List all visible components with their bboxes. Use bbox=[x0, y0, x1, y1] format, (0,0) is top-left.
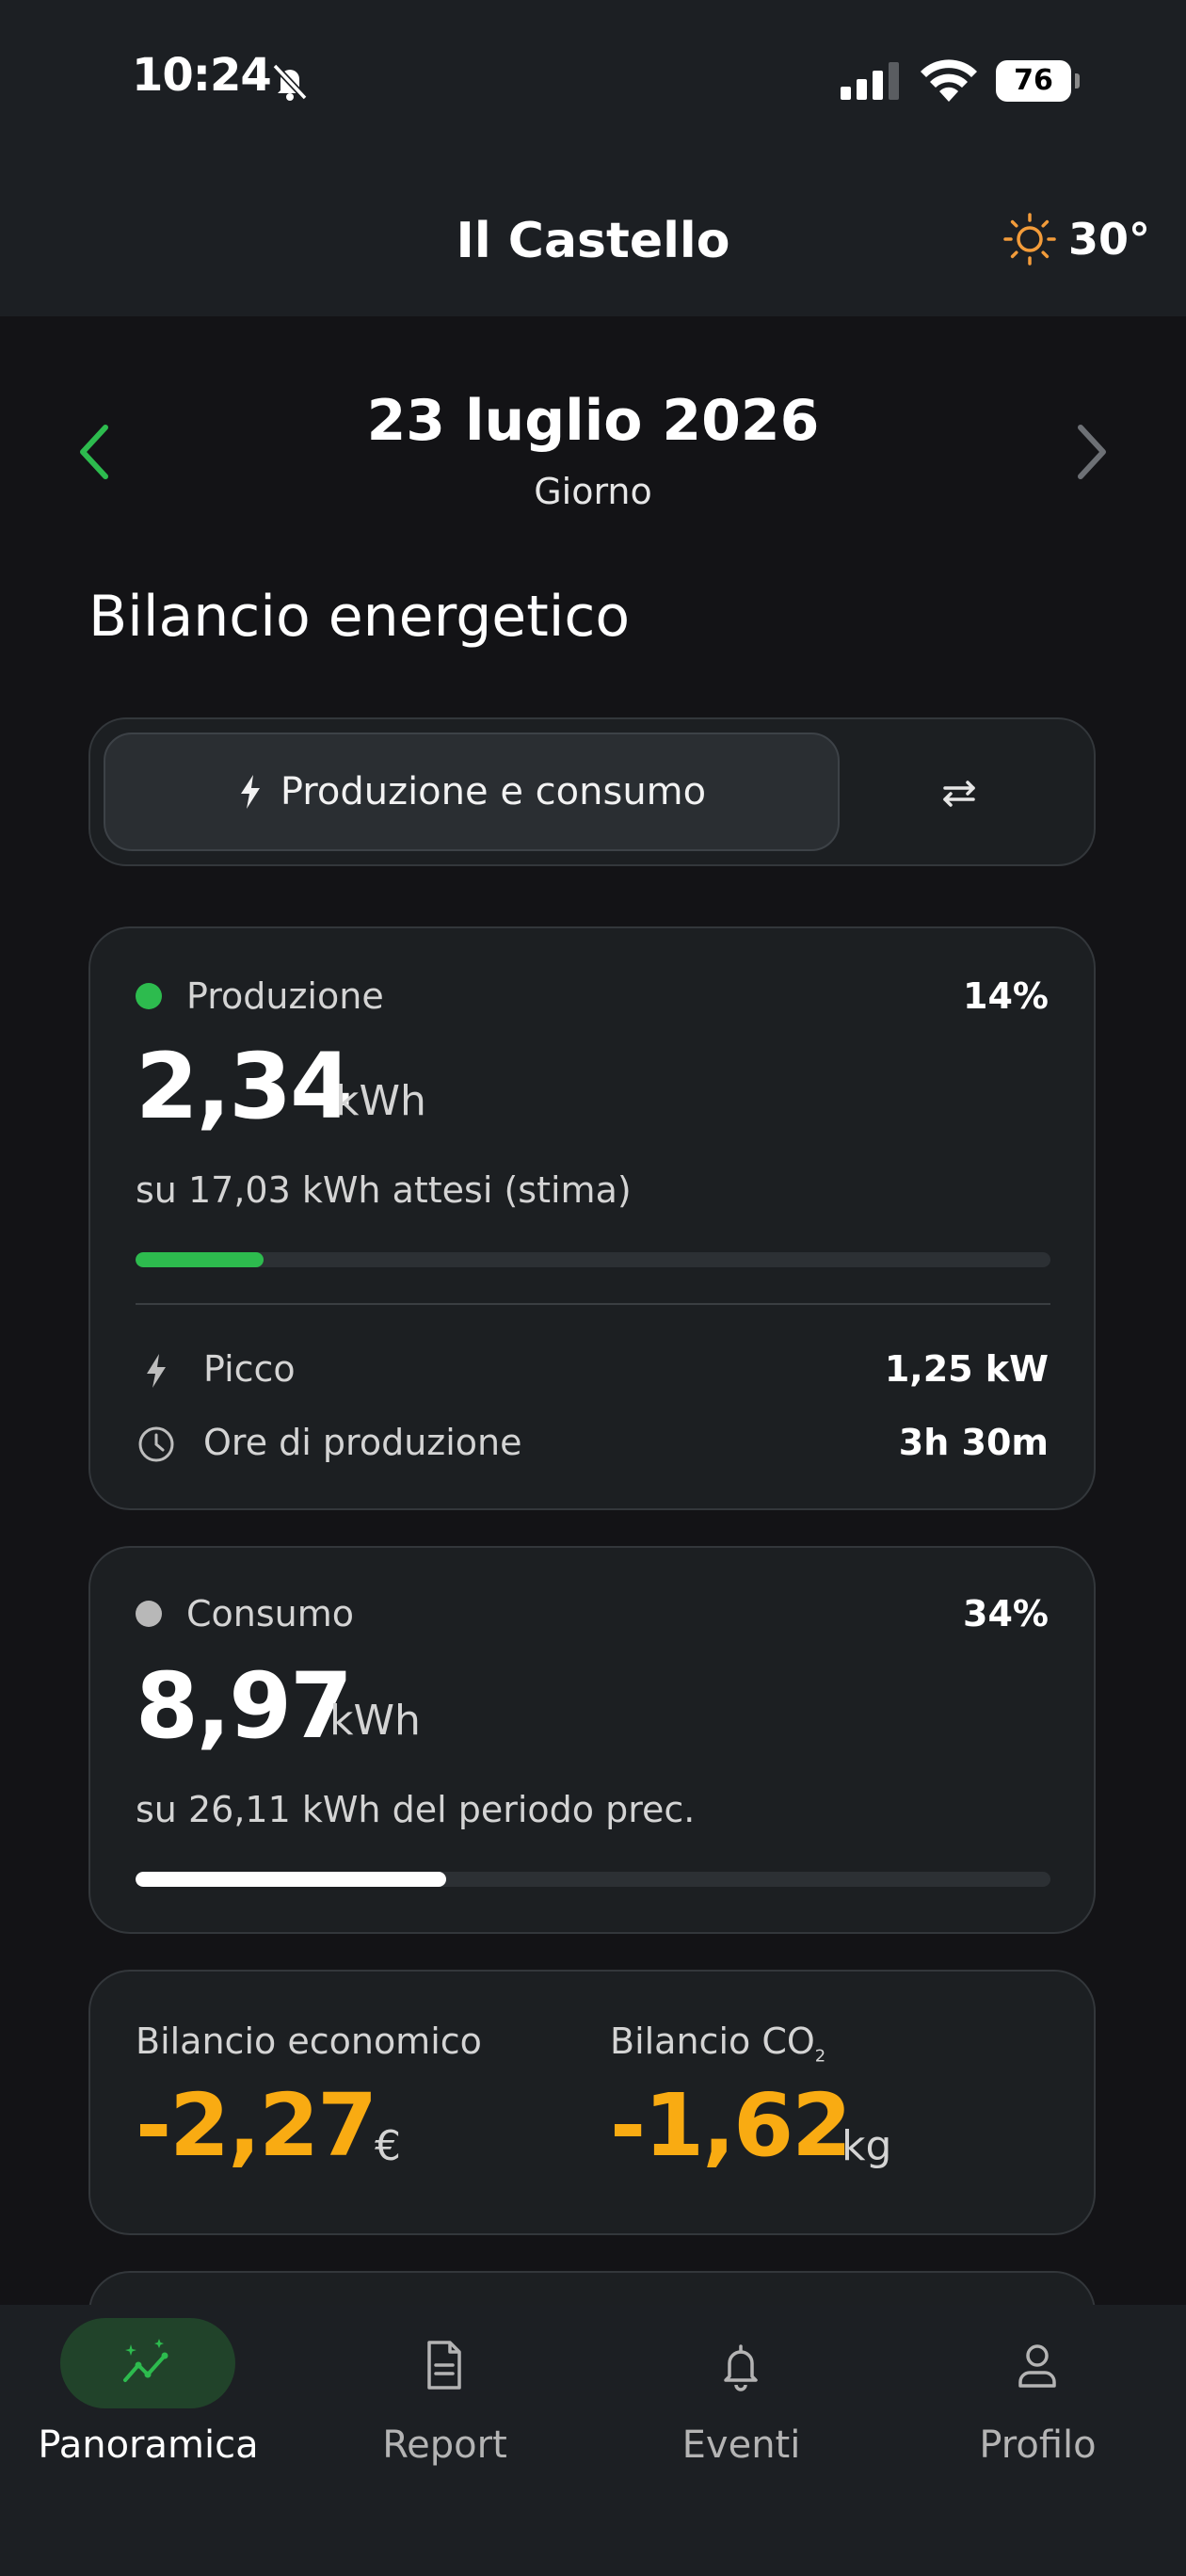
chart-sparkle-icon bbox=[123, 2339, 168, 2382]
production-label: Produzione bbox=[186, 975, 384, 1017]
tab-label: Eventi bbox=[681, 2423, 801, 2467]
bell-icon bbox=[724, 2344, 758, 2391]
consumption-label: Consumo bbox=[186, 1593, 355, 1634]
tab-label: Panoramica bbox=[38, 2423, 259, 2467]
status-bar: 10:24 76 bbox=[0, 0, 1186, 160]
tab-panoramica[interactable]: Panoramica bbox=[0, 2305, 296, 2493]
date-navigator: 23 luglio 2026 Giorno bbox=[0, 377, 1186, 527]
economic-balance-value: -2,27 bbox=[136, 2075, 377, 2176]
production-dot bbox=[136, 983, 162, 1009]
tab-eventi[interactable]: Eventi bbox=[593, 2305, 890, 2493]
production-unit: kWh bbox=[335, 1077, 426, 1125]
bolt-icon bbox=[147, 1354, 166, 1388]
peak-value: 1,25 kW bbox=[884, 1348, 1049, 1390]
economic-balance-label: Bilancio economico bbox=[136, 2021, 482, 2062]
weather-widget[interactable]: 30° bbox=[1002, 211, 1150, 267]
production-progress-fill bbox=[136, 1252, 264, 1267]
production-progress bbox=[136, 1252, 1050, 1267]
consumption-value: 8,97 bbox=[136, 1653, 353, 1759]
status-time: 10:24 bbox=[132, 49, 272, 102]
bell-off-icon bbox=[272, 63, 308, 101]
divider bbox=[136, 1303, 1050, 1305]
consumption-percent: 34% bbox=[963, 1593, 1049, 1634]
production-card[interactable]: Produzione 14% 2,34 kWh su 17,03 kWh att… bbox=[88, 926, 1096, 1510]
app-header: Il Castello 30° bbox=[0, 160, 1186, 316]
person-icon bbox=[1018, 2344, 1056, 2388]
tab-report[interactable]: Report bbox=[296, 2305, 593, 2493]
production-subtitle: su 17,03 kWh attesi (stima) bbox=[136, 1169, 632, 1211]
clock-icon bbox=[138, 1426, 174, 1462]
production-hours-value: 3h 30m bbox=[898, 1422, 1049, 1463]
consumption-subtitle: su 26,11 kWh del periodo prec. bbox=[136, 1789, 696, 1830]
chevron-right-icon[interactable] bbox=[1062, 414, 1122, 490]
consumption-progress-fill bbox=[136, 1872, 447, 1887]
tab-profilo[interactable]: Profilo bbox=[890, 2305, 1186, 2493]
co2-balance-label: Bilancio CO2 bbox=[610, 2021, 825, 2067]
document-icon bbox=[427, 2341, 461, 2390]
tab-label: Report bbox=[382, 2423, 507, 2467]
period-label: Giorno bbox=[534, 471, 652, 512]
selected-date: 23 luglio 2026 bbox=[366, 388, 820, 454]
production-hours-label: Ore di produzione bbox=[203, 1422, 522, 1463]
section-title: Bilancio energetico bbox=[88, 584, 631, 650]
view-toggle: Produzione e consumo bbox=[88, 717, 1096, 866]
wifi-icon bbox=[921, 59, 977, 102]
sun-icon bbox=[1003, 213, 1056, 266]
tab-label: Profilo bbox=[979, 2423, 1097, 2467]
consumption-card[interactable]: Consumo 34% 8,97 kWh su 26,11 kWh del pe… bbox=[88, 1546, 1096, 1934]
tab-production-consumption[interactable]: Produzione e consumo bbox=[104, 733, 840, 851]
battery-indicator: 76 bbox=[996, 60, 1081, 102]
production-value: 2,34 bbox=[136, 1034, 353, 1139]
balance-card[interactable]: Bilancio economico -2,27 € Bilancio CO2 … bbox=[88, 1970, 1096, 2235]
cellular-signal-icon bbox=[841, 62, 899, 100]
co2-label-text: Bilancio CO bbox=[610, 2021, 815, 2062]
co2-subscript: 2 bbox=[814, 2046, 826, 2067]
swap-arrows-icon[interactable] bbox=[926, 761, 992, 827]
bottom-tab-bar: Panoramica Report Eventi Profilo bbox=[0, 2305, 1186, 2576]
economic-balance-unit: € bbox=[375, 2122, 401, 2170]
battery-cap bbox=[1075, 73, 1080, 89]
tab-label: Produzione e consumo bbox=[280, 770, 707, 813]
bolt-icon bbox=[240, 775, 260, 809]
production-percent: 14% bbox=[963, 975, 1049, 1017]
consumption-progress bbox=[136, 1872, 1050, 1887]
co2-balance-value: -1,62 bbox=[610, 2075, 852, 2176]
consumption-unit: kWh bbox=[329, 1697, 421, 1745]
peak-label: Picco bbox=[203, 1348, 296, 1390]
consumption-dot bbox=[136, 1601, 162, 1627]
temperature: 30° bbox=[1067, 214, 1150, 265]
co2-balance-unit: kg bbox=[841, 2122, 892, 2170]
battery-level: 76 bbox=[996, 60, 1071, 102]
